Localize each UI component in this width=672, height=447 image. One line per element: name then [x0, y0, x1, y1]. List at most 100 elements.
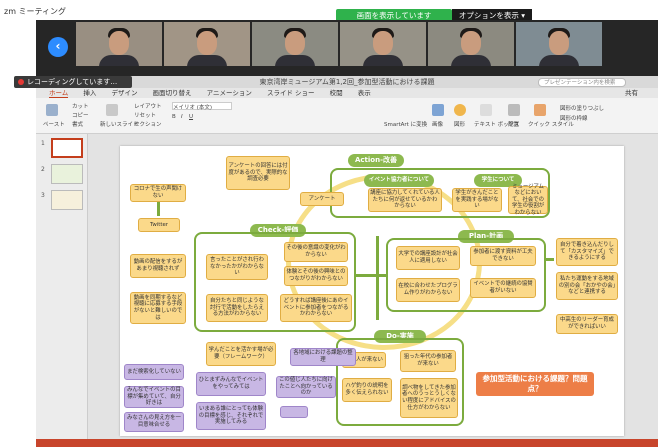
slide-thumbnail[interactable]: [51, 190, 83, 210]
slide-thumbnail[interactable]: [51, 138, 83, 158]
participant-face: [373, 31, 393, 55]
copy-button[interactable]: コピー: [72, 111, 89, 119]
status-bar: [36, 439, 658, 447]
shape-icon[interactable]: [454, 104, 466, 116]
purple-note-6: みなさんの見え方を一目意味合せる: [124, 412, 184, 432]
new-slide-label: 新しいスライド: [100, 122, 139, 128]
smartart-button[interactable]: SmartArt に変換: [384, 120, 427, 128]
paste-icon[interactable]: [46, 104, 58, 116]
lc-box: 私たち運動をする地域の別の会「おかやの会」などと連携する: [556, 272, 618, 300]
right-margin: [658, 20, 672, 447]
regional-issue-box: 各地域における課題の整理: [290, 348, 356, 366]
video-test-box: 動画を同期するなど視聴に応募する手段がないと難しいのでは: [130, 292, 186, 324]
participant-face: [461, 31, 481, 55]
participant-body: [363, 55, 403, 66]
window-title: zm ミーティング: [4, 7, 67, 16]
participant-video-tile[interactable]: [76, 22, 162, 66]
italic-button[interactable]: I: [181, 114, 183, 120]
action-label: Action-改善: [348, 154, 404, 167]
investigate-box: 調べ物をしてきた参加者へのうっとうしくない程度にアドバイスの仕方がわからない: [400, 378, 458, 418]
participant-face: [197, 31, 217, 55]
slide-thumbnail-panel: 1 2 3: [36, 134, 88, 439]
underline-button[interactable]: U: [189, 114, 193, 120]
arrow-connector: [376, 236, 379, 320]
experience-box: 体験とその後の興味とのつながりがわからない: [284, 266, 348, 286]
students-fun-box: 学生がきんだことを実践する場がない: [452, 188, 502, 212]
cut-button[interactable]: カット: [72, 102, 89, 110]
purple-note-4: みんなでイベントの目標が集めていて、自分好きは: [124, 386, 184, 408]
change-learning-box: 学んだことを活かす場が必要（フレームワーク）: [206, 342, 276, 366]
reset-button[interactable]: リセット: [134, 111, 156, 119]
explanation-box: ハゲ釣りの説明を多く伝えられない: [342, 378, 392, 402]
said-other-box: 言ったことがされ行わなかったかがわからない: [206, 254, 268, 280]
back-arrow-icon[interactable]: ‹: [48, 37, 68, 57]
participant-face: [109, 31, 129, 55]
recording-indicator: レコーディングしています… ❚❚ ■: [14, 76, 132, 98]
participant-video-tile[interactable]: [340, 22, 426, 66]
shape-fill-button[interactable]: 図形の塗りつぶし: [560, 104, 604, 112]
eval-method-box: 自分たちと同じような討行で活動をしたらえる方法がわからない: [206, 294, 268, 322]
tab-design[interactable]: デザイン: [111, 89, 137, 97]
slide-title-box: 参加型活動における課題？問題点？: [476, 372, 594, 396]
arrow-connector: [356, 274, 386, 277]
tab-view[interactable]: 表示: [358, 89, 371, 97]
sponsors-box: イベントでの継続の協賛者がいない: [470, 278, 536, 298]
arrange-label: 配置: [508, 122, 520, 128]
participant-face: [549, 31, 569, 55]
tab-animations[interactable]: アニメーション: [207, 89, 252, 97]
recording-label: レコーディングしています…: [27, 78, 118, 86]
document-title: 東京湾岸ミュージアム第1,2回_参加型活動における課題: [259, 78, 435, 86]
participant-video-tile[interactable]: [516, 22, 602, 66]
bold-button[interactable]: B: [172, 114, 176, 120]
video-tv-box: 動画の配信をするがあまり視聴されず: [130, 254, 186, 278]
survey-box: アンケート: [300, 192, 344, 206]
program-box: 在校に合わせたプログラム作りがわからない: [396, 278, 460, 302]
tab-home[interactable]: ホーム: [49, 89, 69, 98]
tab-transitions[interactable]: 画面切り替え: [153, 89, 192, 97]
share-button[interactable]: 共有: [625, 88, 638, 98]
quick-styles-icon[interactable]: [534, 104, 546, 116]
participant-body: [187, 55, 227, 66]
slide-thumbnail[interactable]: [51, 164, 83, 184]
purple-note-1: まだ検索化していない: [124, 364, 184, 380]
slide[interactable]: Action-改善 イベント協力者について 学生について 講座に協力してくれてい…: [120, 146, 624, 436]
participant-face: [285, 31, 305, 55]
participant-body: [275, 55, 315, 66]
slide-number: 2: [41, 166, 45, 173]
arrow-connector: [157, 202, 160, 216]
participant-video-tile[interactable]: [252, 22, 338, 66]
shape-label: 図形: [454, 122, 466, 128]
ribbon-tabs: ホーム 挿入 デザイン 画面切り替え アニメーション スライド ショー 校閲 表…: [36, 88, 658, 98]
participant-body: [539, 55, 579, 66]
survey-old-box: アンケートの回答には付度があるので、実際的な調査必要: [226, 156, 290, 190]
section-button[interactable]: セクション: [134, 120, 162, 128]
layout-button[interactable]: レイアウト: [134, 102, 162, 110]
ppt-search-input[interactable]: プレゼンテーション内を検索: [538, 78, 626, 87]
participant-body: [99, 55, 139, 66]
ribbon: ペースト カット コピー 書式 新しいスライド レイアウト リセット セクション…: [36, 98, 658, 134]
university-box: 大学での講座設計が社会人に適用しない: [396, 246, 460, 270]
arrange-icon[interactable]: [508, 104, 520, 116]
tab-insert[interactable]: 挿入: [83, 89, 96, 97]
event-coop-box: 講座に協力してくれている人たちに何が返せているかわからない: [368, 188, 442, 212]
materials-box: 参加者に渡す資料が工夫できない: [470, 246, 536, 266]
slide-number: 3: [41, 192, 45, 199]
purple-note-2: ひとまずみんなでイベントをやってみては: [196, 372, 266, 396]
event-org-label: イベント協力者について: [364, 174, 434, 187]
font-select[interactable]: メイリオ (本文): [172, 102, 232, 111]
tab-slideshow[interactable]: スライド ショー: [267, 89, 315, 97]
pause-icon[interactable]: ❚❚: [22, 89, 32, 101]
purple-note-blank: [280, 406, 308, 418]
record-dot-icon: [18, 79, 24, 85]
image-label: 画像: [432, 122, 444, 128]
self-think-box: 自分で着き込んだりして「カスタマイズ」できるようにする: [556, 238, 618, 266]
participant-video-tile[interactable]: [428, 22, 514, 66]
image-icon[interactable]: [432, 104, 444, 116]
tab-review[interactable]: 校閲: [330, 89, 343, 97]
participant-video-tile[interactable]: [164, 22, 250, 66]
new-slide-icon[interactable]: [106, 104, 118, 116]
age-box: 狙った年代の参加者が来ない: [400, 350, 456, 372]
shape-outline-button[interactable]: 図形の枠線: [560, 114, 588, 122]
format-painter-button[interactable]: 書式: [72, 120, 83, 128]
textbox-icon[interactable]: [480, 104, 492, 116]
